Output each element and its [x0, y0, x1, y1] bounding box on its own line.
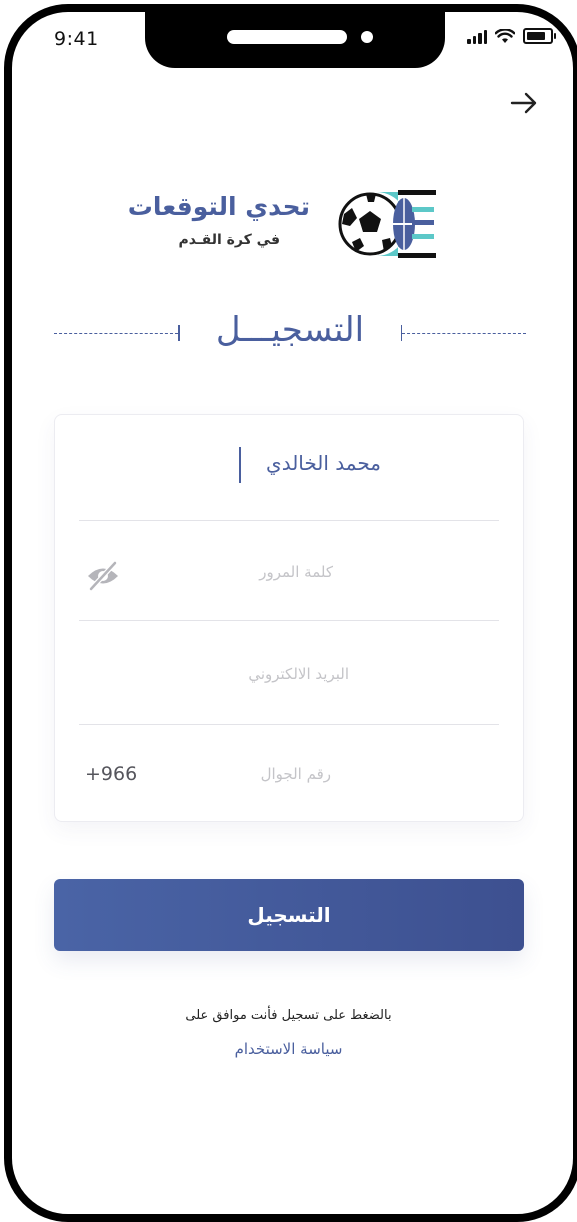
- status-time: 9:41: [54, 28, 99, 50]
- page-title: التسجيـــل: [215, 310, 365, 350]
- battery-icon: [523, 28, 556, 44]
- text-cursor: [239, 447, 241, 483]
- email-field[interactable]: البريد الالكتروني: [79, 625, 499, 725]
- phone-placeholder: رقم الجوال: [260, 765, 331, 783]
- email-placeholder: البريد الالكتروني: [248, 665, 349, 683]
- phone-field[interactable]: +966 رقم الجوال: [79, 725, 499, 815]
- register-button[interactable]: التسجيل: [54, 879, 524, 951]
- password-field[interactable]: كلمة المرور: [79, 521, 499, 621]
- status-icons: [467, 28, 556, 44]
- eye-off-icon[interactable]: [85, 559, 121, 593]
- page-title-row: التسجيـــل: [54, 310, 526, 358]
- front-camera: [361, 31, 373, 43]
- registration-form: محمد الخالدي كلمة المرور البريد الالكترو…: [54, 414, 524, 822]
- logo-subtitle: في كرة القـدم: [178, 232, 280, 248]
- device-notch: [145, 12, 445, 68]
- terms-text: بالضغط على تسجيل فأنت موافق على: [185, 1008, 392, 1023]
- name-value: محمد الخالدي: [266, 451, 381, 475]
- app-logo: تحدي التوقعات في كرة القـدم: [127, 184, 440, 270]
- arrow-right-icon[interactable]: [509, 88, 539, 118]
- wifi-icon: [495, 29, 515, 43]
- name-field[interactable]: محمد الخالدي: [79, 421, 499, 521]
- logo-title: تحدي التوقعات: [127, 192, 310, 221]
- signal-icon: [467, 30, 487, 44]
- terms-link[interactable]: سياسة الاستخدام: [0, 1040, 577, 1058]
- football-logo-icon: [338, 190, 436, 258]
- field-divider: [79, 619, 499, 621]
- country-code[interactable]: +966: [85, 763, 137, 785]
- speaker: [227, 30, 347, 44]
- password-placeholder: كلمة المرور: [259, 563, 333, 581]
